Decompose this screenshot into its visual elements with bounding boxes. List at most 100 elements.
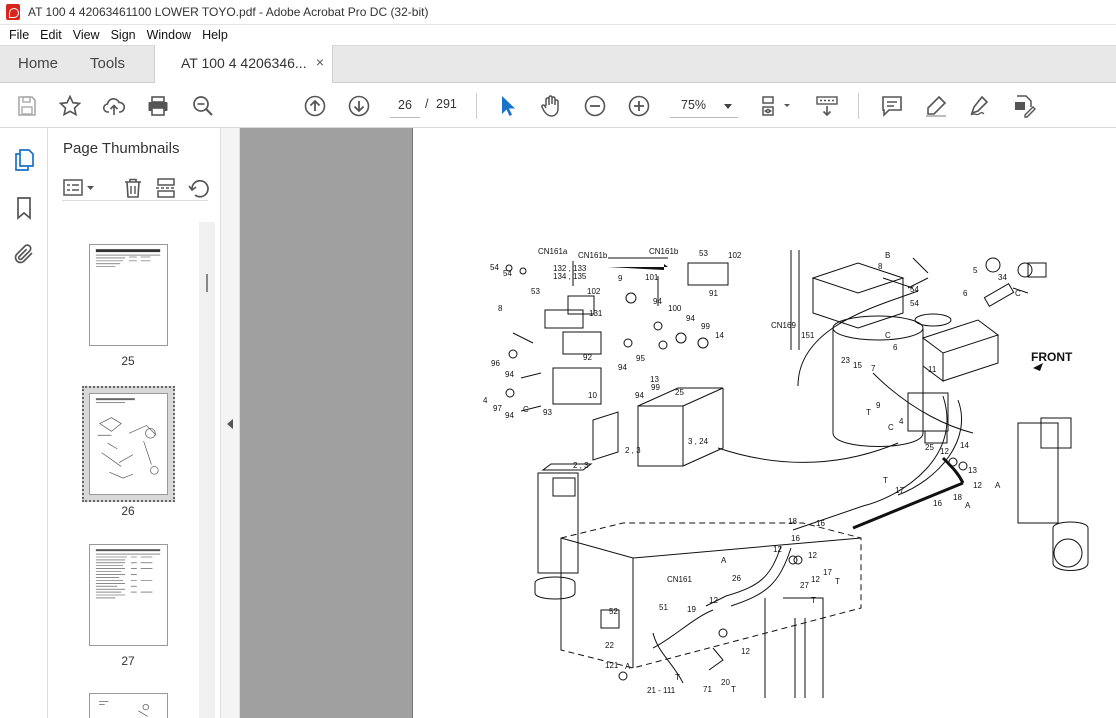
svg-text:96: 96 xyxy=(491,359,500,368)
tab-home[interactable]: Home xyxy=(18,55,58,72)
page-total: 291 xyxy=(436,97,457,111)
svg-text:102: 102 xyxy=(728,251,742,260)
svg-text:9: 9 xyxy=(618,274,623,283)
zoom-in-icon[interactable] xyxy=(627,94,651,118)
svg-text:T: T xyxy=(675,673,680,682)
thumbnail-scrollbar[interactable] xyxy=(199,222,215,718)
thumbnail-label: 26 xyxy=(121,504,135,518)
zoom-level-dropdown[interactable]: 75% xyxy=(670,94,738,118)
svg-text:94: 94 xyxy=(505,411,514,420)
svg-text:T: T xyxy=(835,577,840,586)
save-icon[interactable] xyxy=(15,94,39,118)
svg-text:16: 16 xyxy=(791,534,800,543)
svg-text:100: 100 xyxy=(668,304,682,313)
svg-text:T: T xyxy=(811,596,816,605)
svg-text:99: 99 xyxy=(651,383,660,392)
delete-page-icon[interactable] xyxy=(122,177,144,199)
print-icon[interactable] xyxy=(146,94,170,118)
select-cursor-icon[interactable] xyxy=(496,94,520,118)
page-thumbnails-icon[interactable] xyxy=(12,148,36,172)
hydraulic-parts-diagram: FRONT CN161a CN161b CN161b CN161 CN169 1… xyxy=(483,247,1089,698)
svg-text:6: 6 xyxy=(893,343,898,352)
scroll-mode-icon[interactable] xyxy=(815,94,839,118)
bookmarks-icon[interactable] xyxy=(12,196,36,220)
zoom-search-icon[interactable] xyxy=(191,94,215,118)
svg-text:A: A xyxy=(965,501,971,510)
svg-text:99: 99 xyxy=(701,322,710,331)
svg-text:101: 101 xyxy=(645,273,659,282)
svg-text:53: 53 xyxy=(531,287,540,296)
thumbnail-page-28[interactable] xyxy=(89,693,168,718)
comment-icon[interactable] xyxy=(880,94,904,118)
svg-text:4: 4 xyxy=(483,396,488,405)
menu-sign[interactable]: Sign xyxy=(111,28,136,42)
thumbnail-options-icon[interactable] xyxy=(62,177,98,199)
menu-window[interactable]: Window xyxy=(147,28,191,42)
svg-text:T: T xyxy=(883,476,888,485)
svg-text:17: 17 xyxy=(823,568,832,577)
svg-text:C: C xyxy=(1015,289,1021,298)
panel-splitter[interactable] xyxy=(220,128,240,718)
svg-text:34: 34 xyxy=(998,273,1007,282)
svg-text:18: 18 xyxy=(953,493,962,502)
svg-text:16: 16 xyxy=(816,519,825,528)
menu-bar: File Edit View Sign Window Help xyxy=(0,25,1116,45)
hand-tool-icon[interactable] xyxy=(539,94,563,118)
attachments-icon[interactable] xyxy=(12,242,36,266)
thumbnail-page-27[interactable] xyxy=(89,544,168,646)
svg-text:54: 54 xyxy=(910,285,919,294)
tab-document[interactable]: AT 100 4 4206346... × xyxy=(154,45,333,84)
svg-text:C: C xyxy=(885,331,891,340)
thumbnail-label: 25 xyxy=(121,354,135,368)
menu-file[interactable]: File xyxy=(9,28,29,42)
tab-close-icon[interactable]: × xyxy=(316,54,324,70)
svg-text:25: 25 xyxy=(925,443,934,452)
svg-text:3 , 24: 3 , 24 xyxy=(688,437,709,446)
title-bar: AT 100 4 42063461100 LOWER TOYO.pdf - Ad… xyxy=(0,0,1116,25)
svg-text:91: 91 xyxy=(709,289,718,298)
cloud-upload-icon[interactable] xyxy=(102,94,126,118)
edit-pdf-icon[interactable] xyxy=(1012,94,1036,118)
svg-text:7: 7 xyxy=(871,364,876,373)
svg-text:12: 12 xyxy=(808,551,817,560)
part-callout-numbers: 545453 102 13192896 9449794 C 93102 , 3 2 … xyxy=(483,249,1021,695)
callout-part-134-135: 134 , 135 xyxy=(553,272,587,281)
highlight-pen-icon[interactable] xyxy=(924,94,948,118)
thumbnail-page-26[interactable] xyxy=(89,393,168,495)
svg-text:54: 54 xyxy=(910,299,919,308)
previous-page-icon[interactable] xyxy=(303,94,327,118)
scroll-thumb[interactable] xyxy=(206,274,208,292)
svg-text:94: 94 xyxy=(505,370,514,379)
rotate-page-icon[interactable] xyxy=(188,177,210,199)
zoom-out-icon[interactable] xyxy=(583,94,607,118)
page-number-input[interactable]: 26 xyxy=(390,94,420,118)
navigation-rail xyxy=(0,128,48,718)
svg-text:21 - 111: 21 - 111 xyxy=(647,686,676,695)
menu-edit[interactable]: Edit xyxy=(40,28,62,42)
svg-text:8: 8 xyxy=(878,262,883,271)
pdf-page: FRONT CN161a CN161b CN161b CN161 CN169 1… xyxy=(412,128,1116,718)
svg-text:94: 94 xyxy=(618,363,627,372)
menu-help[interactable]: Help xyxy=(202,28,228,42)
chevron-down-icon xyxy=(724,104,732,109)
panel-title: Page Thumbnails xyxy=(63,140,180,157)
insert-page-icon[interactable] xyxy=(155,177,177,199)
svg-text:94: 94 xyxy=(653,297,662,306)
svg-text:12: 12 xyxy=(709,596,718,605)
svg-text:51: 51 xyxy=(659,603,668,612)
bookmark-star-icon[interactable] xyxy=(58,94,82,118)
svg-text:A: A xyxy=(995,481,1001,490)
svg-text:53: 53 xyxy=(699,249,708,258)
tab-tools[interactable]: Tools xyxy=(90,55,125,72)
next-page-icon[interactable] xyxy=(347,94,371,118)
fill-sign-icon[interactable] xyxy=(968,94,992,118)
svg-text:20: 20 xyxy=(721,678,730,687)
menu-view[interactable]: View xyxy=(73,28,100,42)
collapse-panel-icon[interactable] xyxy=(227,419,233,429)
page-fit-icon[interactable] xyxy=(760,94,792,118)
svg-text:94: 94 xyxy=(686,314,695,323)
svg-text:14: 14 xyxy=(715,331,724,340)
zoom-level-value: 75% xyxy=(681,98,707,112)
thumbnail-page-25[interactable] xyxy=(89,244,168,346)
main-toolbar: 26 / 291 75% xyxy=(0,83,1116,128)
